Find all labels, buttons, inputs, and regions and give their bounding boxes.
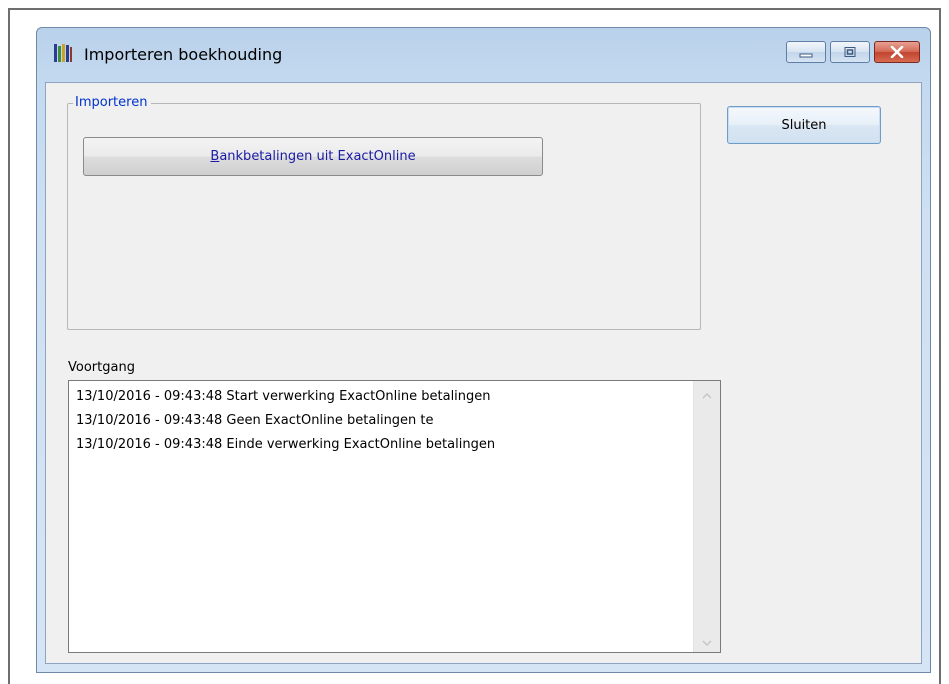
- import-groupbox: Importeren Bankbetalingen uit ExactOnlin…: [67, 95, 701, 330]
- close-window-button[interactable]: [874, 41, 920, 63]
- log-line: 13/10/2016 - 09:43:48 Einde verwerking E…: [76, 437, 496, 452]
- log-line: 13/10/2016 - 09:43:48 Start verwerking E…: [76, 389, 491, 404]
- dialog-client-area: Importeren Bankbetalingen uit ExactOnlin…: [45, 82, 922, 664]
- log-lines: 13/10/2016 - 09:43:48 Start verwerking E…: [76, 385, 690, 457]
- title-bar[interactable]: Importeren boekhouding: [37, 28, 930, 83]
- import-button-access-key: B: [210, 149, 220, 164]
- chevron-down-icon: [702, 631, 712, 650]
- maximize-button[interactable]: [830, 41, 870, 63]
- books-icon: [53, 43, 73, 63]
- vertical-scrollbar[interactable]: [693, 381, 720, 652]
- maximize-icon: [843, 43, 857, 62]
- caption-buttons: [786, 41, 920, 63]
- close-icon: [890, 43, 904, 62]
- minimize-icon: [799, 43, 813, 62]
- dialog-window: Importeren boekhouding Importeren B ankb…: [36, 27, 931, 673]
- minimize-button[interactable]: [786, 41, 826, 63]
- progress-log-listbox[interactable]: 13/10/2016 - 09:43:48 Start verwerking E…: [68, 380, 721, 653]
- close-button-label: Sluiten: [781, 117, 827, 133]
- chevron-up-icon: [702, 384, 712, 403]
- progress-label: Voortgang: [68, 360, 135, 375]
- import-button-label: ankbetalingen uit ExactOnline: [219, 149, 416, 164]
- window-title: Importeren boekhouding: [84, 45, 283, 64]
- close-button[interactable]: Sluiten: [727, 106, 881, 144]
- import-bank-payments-button[interactable]: Bankbetalingen uit ExactOnline: [83, 137, 543, 176]
- log-line: 13/10/2016 - 09:43:48 Geen ExactOnline b…: [76, 413, 434, 428]
- scroll-down-button[interactable]: [694, 630, 720, 650]
- import-group-legend: Importeren: [73, 95, 152, 111]
- scroll-up-button[interactable]: [694, 383, 720, 403]
